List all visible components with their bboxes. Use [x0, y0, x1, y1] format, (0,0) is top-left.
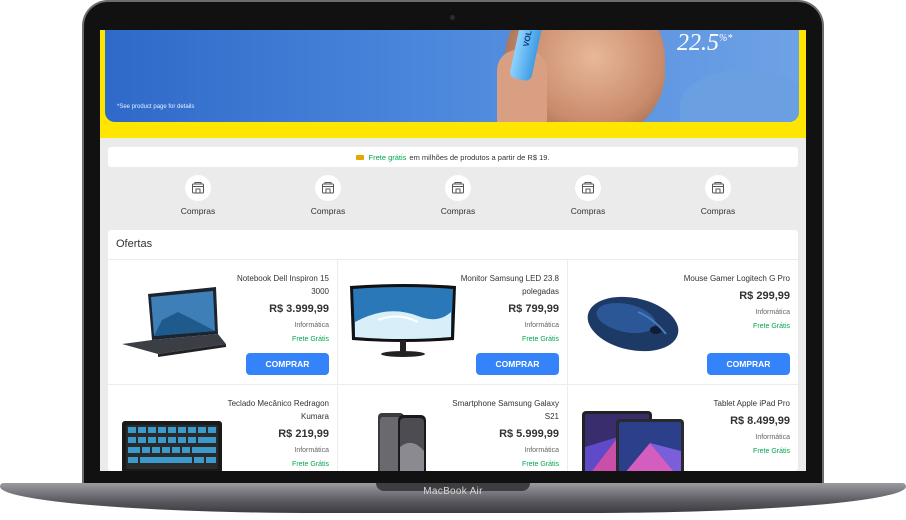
product-price: R$ 219,99	[278, 428, 329, 440]
shop-icon	[315, 175, 341, 201]
product-info: Monitor Samsung LED 23.8 polegadas R$ 79…	[449, 272, 559, 343]
category-label: Compras	[570, 206, 606, 216]
product-info: Teclado Mecânico Redragon Kumara R$ 219,…	[219, 397, 329, 468]
product-card[interactable]: Notebook Dell Inspiron 15 3000 R$ 3.999,…	[108, 259, 338, 384]
offers-title: Ofertas	[116, 238, 153, 250]
category-label: Compras	[310, 206, 346, 216]
hero-shoulder-image	[680, 70, 799, 122]
product-info: Smartphone Samsung Galaxy S21 R$ 5.999,9…	[449, 397, 559, 468]
product-info: Tablet Apple iPad Pro R$ 8.499,99 Inform…	[680, 397, 791, 455]
laptop-frame: VOL 22.5%* *See product page for details…	[0, 0, 906, 520]
product-price: R$ 5.999,99	[499, 428, 559, 440]
product-name: Teclado Mecânico Redragon Kumara	[227, 399, 329, 421]
hero-number-value: 22.5	[677, 30, 719, 56]
category-item[interactable]: Compras	[168, 175, 228, 227]
product-name: Notebook Dell Inspiron 15 3000	[236, 274, 329, 296]
product-price: R$ 8.499,99	[730, 415, 790, 427]
product-category: Informática	[524, 322, 559, 329]
hero-note: *See product page for details	[117, 104, 195, 110]
category-label: Compras	[440, 206, 476, 216]
product-category: Informática	[294, 447, 329, 454]
buy-button[interactable]: COMPRAR	[246, 353, 329, 375]
hero-image: VOL 22.5%* *See product page for details	[105, 30, 799, 122]
shop-icon	[575, 175, 601, 201]
phone-image	[378, 413, 426, 471]
category-item[interactable]: Compras	[428, 175, 488, 227]
product-category: Informática	[755, 434, 790, 441]
category-item[interactable]: Compras	[688, 175, 748, 227]
product-shipping: Frete Grátis	[753, 323, 790, 330]
buy-button[interactable]: COMPRAR	[476, 353, 559, 375]
product-card[interactable]: Smartphone Samsung Galaxy S21 R$ 5.999,9…	[338, 384, 568, 471]
product-name: Monitor Samsung LED 23.8 polegadas	[460, 274, 559, 296]
product-price: R$ 299,99	[739, 290, 790, 302]
shop-icon	[445, 175, 471, 201]
category-item[interactable]: Compras	[558, 175, 618, 227]
product-shipping: Frete Grátis	[522, 461, 559, 468]
category-label: Compras	[700, 206, 736, 216]
product-info: Mouse Gamer Logitech G Pro R$ 299,99 Inf…	[680, 272, 790, 330]
product-shipping: Frete Grátis	[292, 461, 329, 468]
product-name: Smartphone Samsung Galaxy S21	[452, 399, 559, 421]
product-price: R$ 799,99	[508, 303, 559, 315]
product-shipping: Frete Grátis	[753, 448, 790, 455]
offers-grid: Notebook Dell Inspiron 15 3000 R$ 3.999,…	[108, 259, 798, 471]
keyboard-image	[122, 421, 222, 471]
device-label: MacBook Air	[423, 486, 483, 497]
product-price: R$ 3.999,99	[269, 303, 329, 315]
product-card[interactable]: Tablet Apple iPad Pro R$ 8.499,99 Inform…	[568, 384, 798, 471]
category-item[interactable]: Compras	[298, 175, 358, 227]
mouse-image	[587, 296, 679, 352]
product-category: Informática	[294, 322, 329, 329]
hero-number: 22.5%*	[677, 30, 732, 57]
hero-bottle-text: VOL	[521, 30, 534, 48]
tablet-image	[582, 411, 684, 471]
truck-icon	[356, 154, 365, 160]
product-category: Informática	[524, 447, 559, 454]
free-shipping-highlight: Frete grátis	[368, 152, 407, 162]
product-shipping: Frete Grátis	[522, 336, 559, 343]
product-info: Notebook Dell Inspiron 15 3000 R$ 3.999,…	[219, 272, 329, 343]
hero-banner[interactable]: VOL 22.5%* *See product page for details	[100, 30, 806, 138]
hero-number-sup: %*	[719, 33, 733, 44]
free-shipping-text: em milhões de produtos a partir de R$ 19…	[409, 152, 550, 162]
camera-icon	[450, 15, 455, 20]
category-label: Compras	[180, 206, 216, 216]
product-shipping: Frete Grátis	[292, 336, 329, 343]
product-name: Mouse Gamer Logitech G Pro	[683, 274, 790, 283]
product-card[interactable]: Monitor Samsung LED 23.8 polegadas R$ 79…	[338, 259, 568, 384]
offers-section: Ofertas Notebook Dell Inspiron 15 3000 R…	[108, 230, 798, 471]
laptop-image	[122, 287, 226, 357]
shop-icon	[185, 175, 211, 201]
free-shipping-bar: Frete grátis em milhões de produtos a pa…	[108, 147, 798, 167]
product-card[interactable]: Teclado Mecânico Redragon Kumara R$ 219,…	[108, 384, 338, 471]
browser-screen: VOL 22.5%* *See product page for details…	[100, 30, 806, 471]
product-card[interactable]: Mouse Gamer Logitech G Pro R$ 299,99 Inf…	[568, 259, 798, 384]
product-category: Informática	[755, 309, 790, 316]
category-list: Compras Compras Compras Compras Compras	[108, 175, 798, 227]
buy-button[interactable]: COMPRAR	[707, 353, 790, 375]
monitor-image	[350, 284, 456, 357]
shop-icon	[705, 175, 731, 201]
product-name: Tablet Apple iPad Pro	[713, 399, 791, 408]
